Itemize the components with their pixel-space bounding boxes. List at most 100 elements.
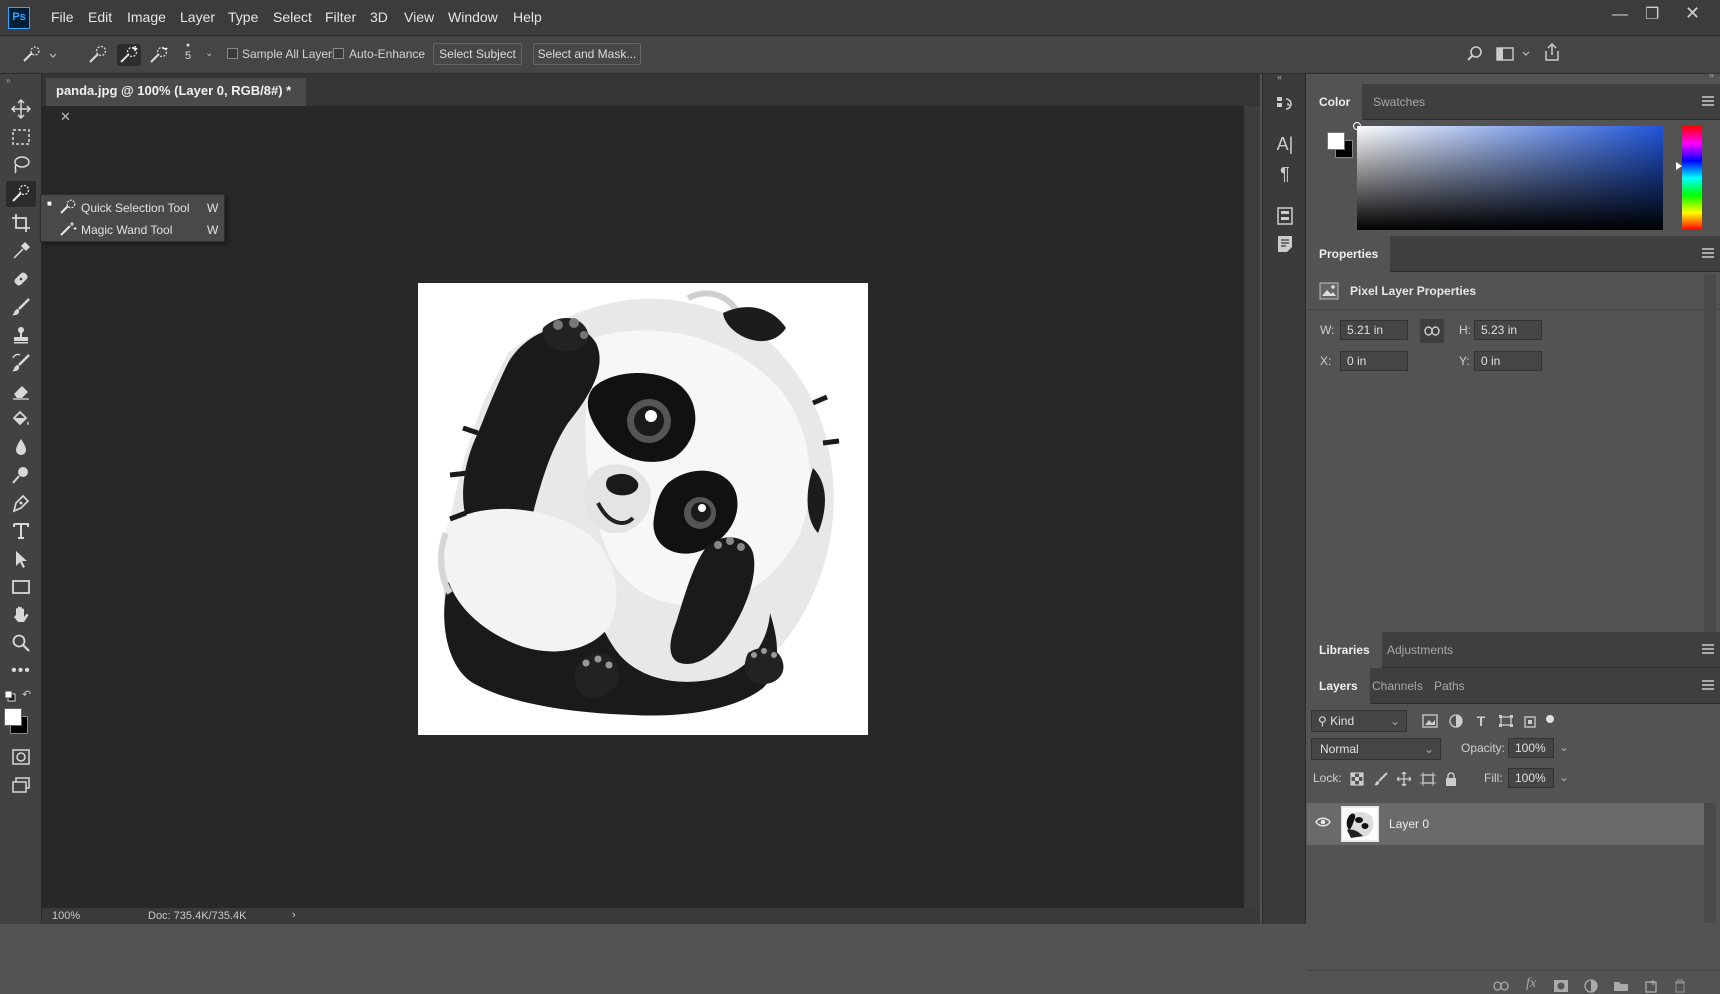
eraser-tool-icon[interactable] <box>6 378 36 404</box>
layers-panel-menu-icon[interactable] <box>1702 680 1714 690</box>
select-subject-button[interactable]: Select Subject <box>433 43 522 65</box>
subtract-from-selection-icon[interactable] <box>147 44 171 66</box>
notes-panel-icon[interactable] <box>1273 232 1297 256</box>
filter-type-icon[interactable]: T <box>1472 712 1490 730</box>
paint-bucket-tool-icon[interactable] <box>6 406 36 432</box>
lock-transparent-icon[interactable] <box>1348 770 1366 788</box>
pen-tool-icon[interactable] <box>6 490 36 516</box>
menu-3d[interactable]: 3D <box>370 9 388 25</box>
opacity-chevron-icon[interactable]: ⌄ <box>1559 740 1569 754</box>
add-mask-icon[interactable] <box>1552 978 1570 994</box>
select-and-mask-button[interactable]: Select and Mask... <box>533 43 641 65</box>
zoom-level[interactable]: 100% <box>52 910 80 922</box>
healing-brush-tool-icon[interactable] <box>6 266 36 292</box>
menu-filter[interactable]: Filter <box>325 9 356 25</box>
lock-all-icon[interactable] <box>1442 770 1460 788</box>
color-picker-marker[interactable] <box>1353 122 1361 130</box>
layer-kind-filter[interactable]: ⚲ Kind ⌄ <box>1311 710 1407 732</box>
properties-panel-menu-icon[interactable] <box>1702 248 1714 258</box>
add-to-selection-icon[interactable] <box>117 44 141 66</box>
new-selection-icon[interactable] <box>86 44 110 66</box>
tab-swatches[interactable]: Swatches <box>1361 84 1437 120</box>
lock-position-icon[interactable] <box>1395 770 1413 788</box>
foreground-color-chip[interactable] <box>1327 132 1345 150</box>
tool-preset-icon[interactable] <box>20 44 57 66</box>
sample-all-layers-checkbox[interactable] <box>227 48 238 59</box>
width-field[interactable]: 5.21 in <box>1340 320 1408 340</box>
marquee-tool-icon[interactable] <box>6 124 36 150</box>
workspace-icon[interactable] <box>1496 46 1532 65</box>
filter-shape-icon[interactable] <box>1497 712 1515 730</box>
brush-size-picker[interactable]: ● 5 <box>182 42 194 68</box>
delete-layer-icon[interactable] <box>1671 978 1689 994</box>
layers-scrollbar[interactable] <box>1704 803 1716 923</box>
status-menu-arrow-icon[interactable]: › <box>292 909 296 921</box>
collapse-panels-icon[interactable]: » <box>1709 70 1714 80</box>
menu-window[interactable]: Window <box>448 9 498 25</box>
blur-tool-icon[interactable] <box>6 434 36 460</box>
layer-style-fx-icon[interactable]: fx <box>1522 976 1540 992</box>
swap-colors-icon[interactable]: ↶ <box>22 688 31 701</box>
menu-type[interactable]: Type <box>228 9 258 25</box>
collapse-strip-icon[interactable]: « <box>1277 72 1282 82</box>
tab-paths[interactable]: Paths <box>1422 668 1477 704</box>
type-tool-icon[interactable] <box>6 518 36 544</box>
zoom-tool-icon[interactable] <box>6 630 36 656</box>
lock-pixels-icon[interactable] <box>1372 770 1390 788</box>
tab-color[interactable]: Color <box>1307 84 1363 120</box>
brush-tool-icon[interactable] <box>6 294 36 320</box>
color-swatches[interactable] <box>1325 130 1355 160</box>
hue-slider[interactable] <box>1682 126 1702 230</box>
height-field[interactable]: 5.23 in <box>1474 320 1542 340</box>
paragraph-panel-icon[interactable]: ¶ <box>1273 162 1297 186</box>
chevron-down-icon[interactable]: ⌄ <box>205 48 213 59</box>
filter-toggle-icon[interactable] <box>1546 715 1554 723</box>
quick-selection-tool-icon[interactable] <box>6 181 36 207</box>
clone-stamp-tool-icon[interactable] <box>6 322 36 348</box>
x-field[interactable]: 0 in <box>1340 351 1408 371</box>
new-layer-icon[interactable] <box>1642 978 1660 994</box>
hand-tool-icon[interactable] <box>6 602 36 628</box>
properties-panel-icon[interactable] <box>1273 204 1297 228</box>
menu-file[interactable]: File <box>51 9 74 25</box>
link-icon[interactable] <box>1420 319 1444 343</box>
fill-chevron-icon[interactable]: ⌄ <box>1559 770 1569 784</box>
quick-mask-icon[interactable] <box>6 744 36 770</box>
new-adjustment-layer-icon[interactable] <box>1582 978 1600 994</box>
link-layers-icon[interactable] <box>1492 978 1510 994</box>
color-field[interactable] <box>1353 122 1663 230</box>
foreground-color-swatch[interactable] <box>4 708 22 726</box>
restore-icon[interactable]: ❐ <box>1645 4 1659 24</box>
color-panel-menu-icon[interactable] <box>1702 96 1714 106</box>
history-brush-tool-icon[interactable] <box>6 350 36 376</box>
search-icon[interactable] <box>1466 45 1484 66</box>
fill-field[interactable]: 100% <box>1508 768 1554 788</box>
share-icon[interactable] <box>1543 42 1561 65</box>
character-panel-icon[interactable]: A| <box>1273 132 1297 156</box>
minimize-icon[interactable]: — <box>1612 6 1628 24</box>
auto-enhance-checkbox[interactable] <box>333 48 344 59</box>
filter-smart-object-icon[interactable] <box>1521 712 1539 730</box>
filter-pixel-icon[interactable] <box>1421 712 1439 730</box>
menu-select[interactable]: Select <box>273 9 312 25</box>
layer-name[interactable]: Layer 0 <box>1389 817 1429 831</box>
menu-image[interactable]: Image <box>127 9 166 25</box>
path-selection-tool-icon[interactable] <box>6 546 36 572</box>
filter-adjustment-icon[interactable] <box>1447 712 1465 730</box>
flyout-item-quick-selection[interactable]: ■ Quick Selection Tool W <box>41 197 226 219</box>
lasso-tool-icon[interactable] <box>6 152 36 178</box>
tab-properties[interactable]: Properties <box>1307 236 1391 272</box>
document-tab[interactable]: panda.jpg @ 100% (Layer 0, RGB/8#) * ✕ <box>46 78 306 124</box>
rectangle-tool-icon[interactable] <box>6 574 36 600</box>
flyout-item-magic-wand[interactable]: Magic Wand Tool W <box>41 219 226 241</box>
tab-libraries[interactable]: Libraries <box>1307 632 1382 668</box>
menu-layer[interactable]: Layer <box>180 9 215 25</box>
opacity-field[interactable]: 100% <box>1508 738 1554 758</box>
default-colors-icon[interactable] <box>4 690 16 705</box>
lock-artboard-icon[interactable] <box>1419 770 1437 788</box>
history-panel-icon[interactable] <box>1273 92 1297 116</box>
close-window-icon[interactable]: ✕ <box>1685 3 1700 24</box>
collapse-toolbar-icon[interactable]: » <box>6 76 10 85</box>
panda-image-canvas[interactable] <box>418 283 868 735</box>
more-tools-icon[interactable]: ••• <box>6 658 36 684</box>
